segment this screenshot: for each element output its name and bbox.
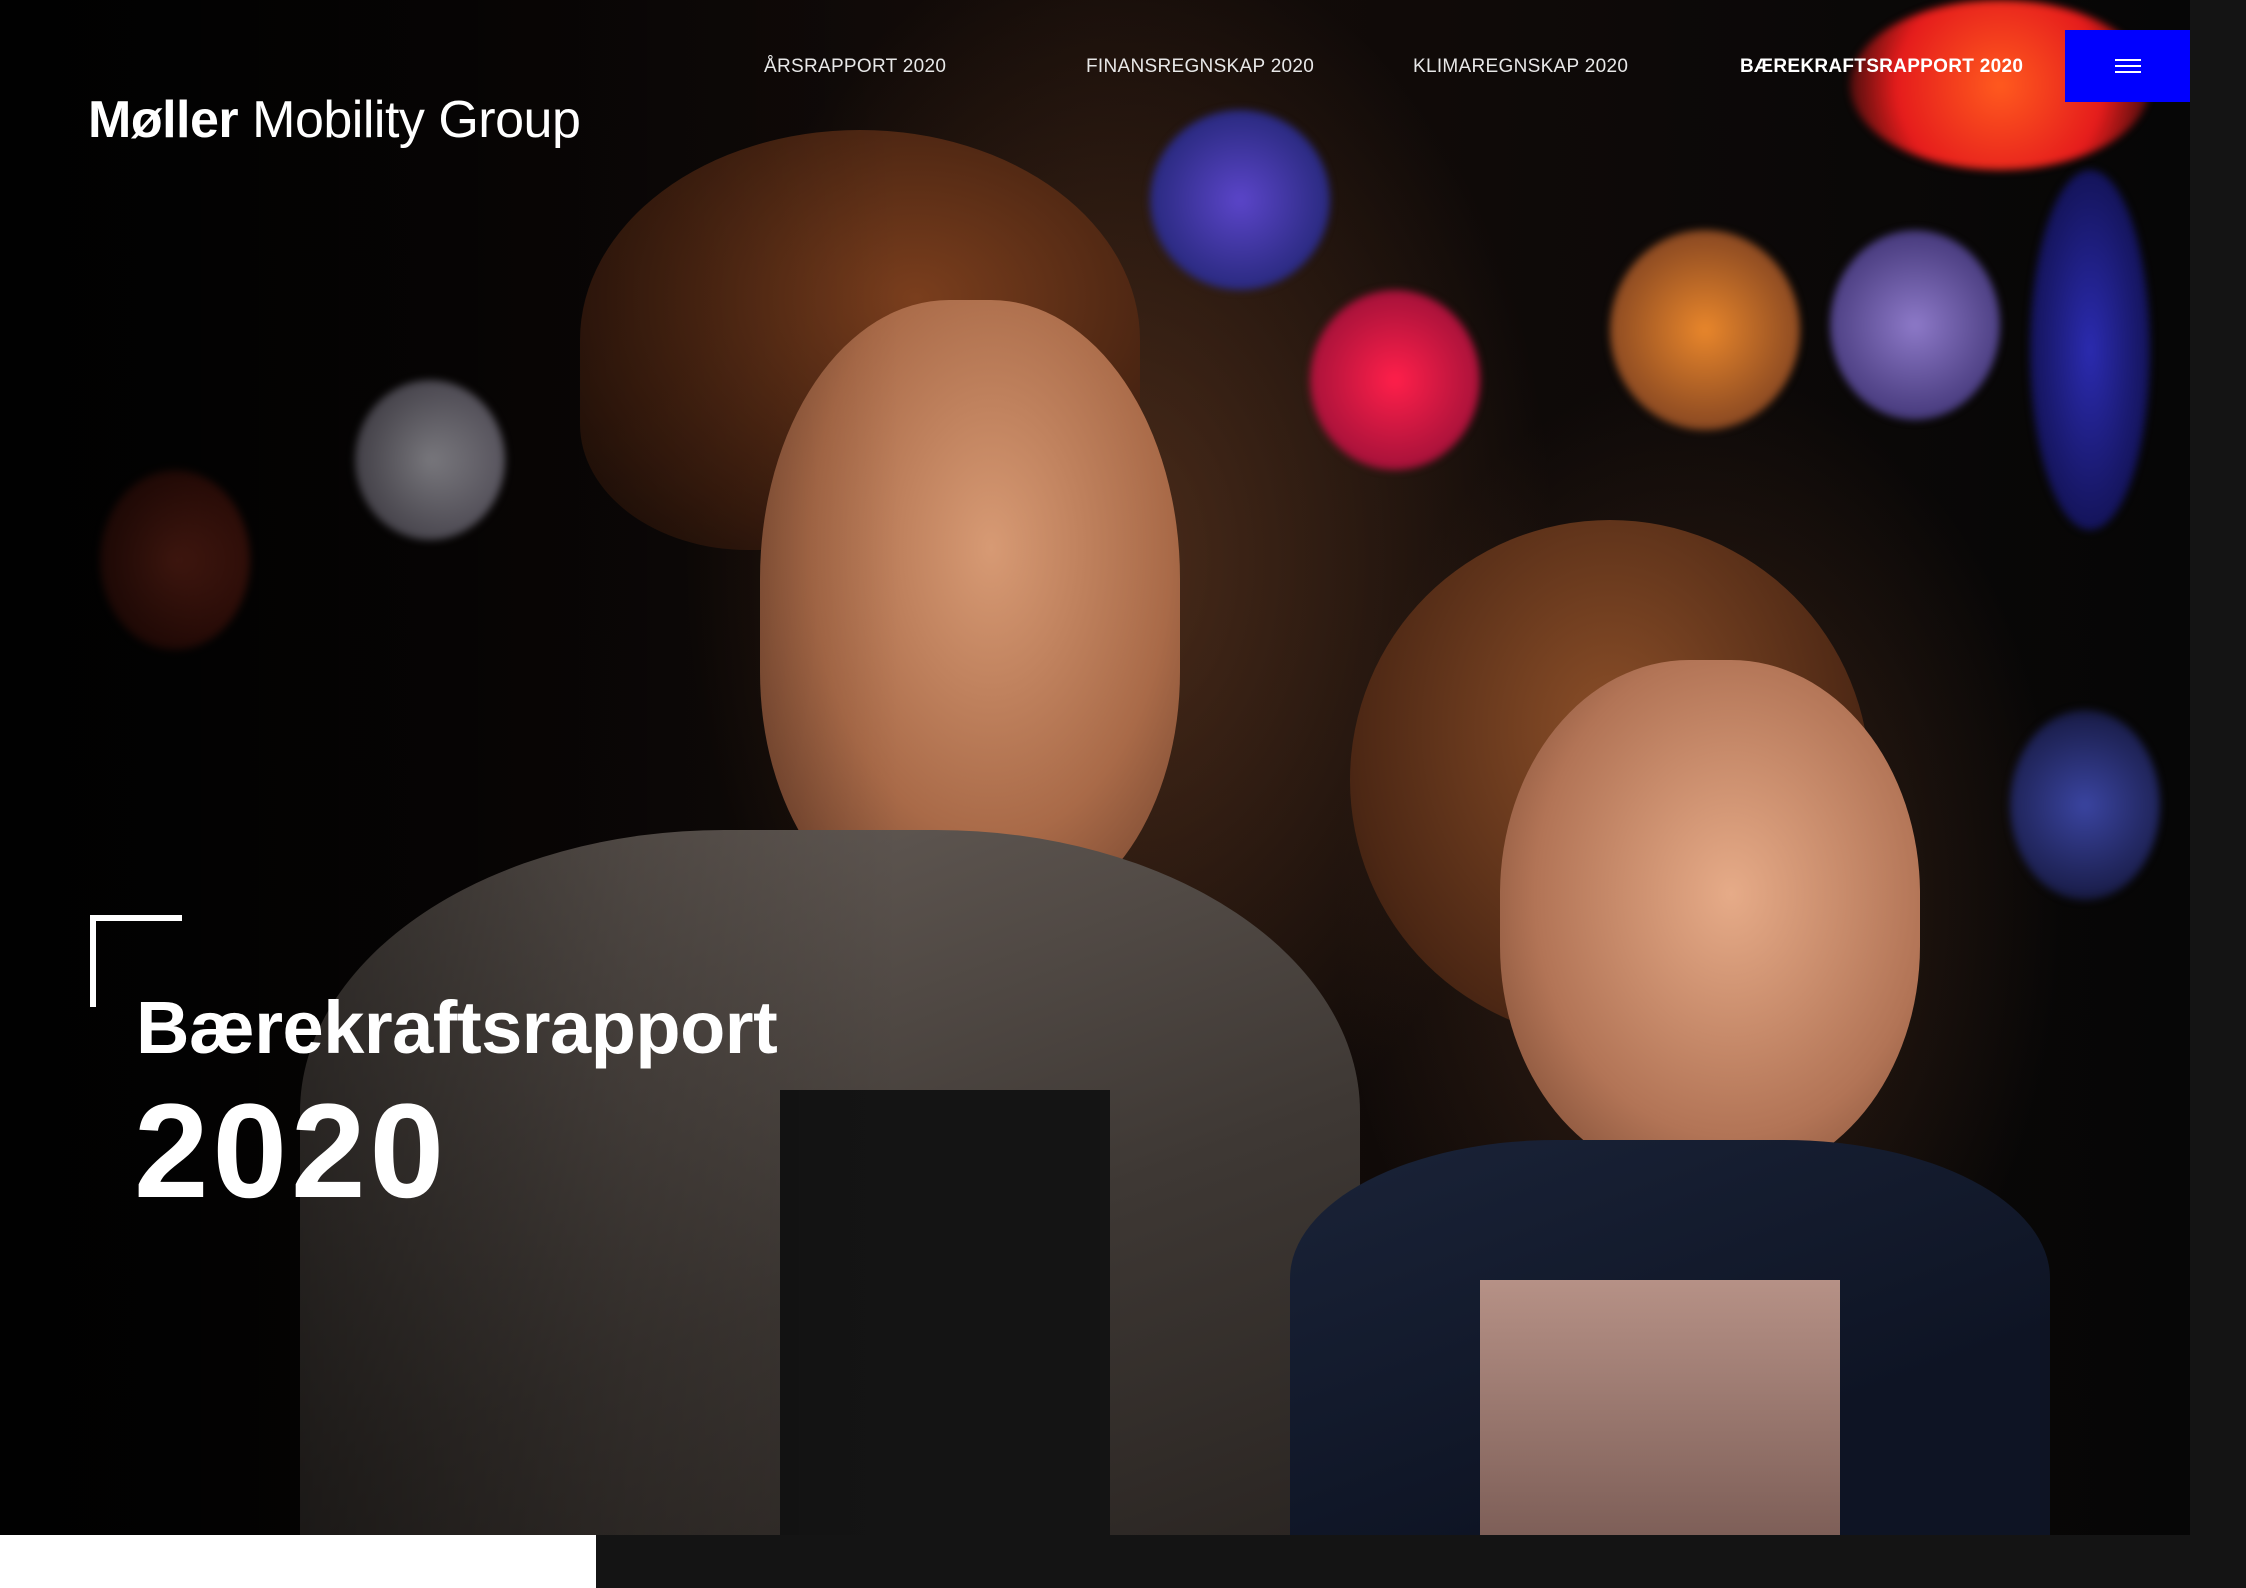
logo-brand: Møller [88, 91, 239, 149]
child-shirt [1480, 1280, 1840, 1535]
bokeh-light [2030, 170, 2150, 530]
vignette [0, 0, 900, 1535]
page-year: 2020 [134, 1077, 449, 1226]
logo-text: Mobility Group [252, 91, 581, 149]
bottom-white-block [0, 1535, 596, 1588]
page-title: Bærekraftsrapport [136, 986, 778, 1069]
bokeh-light [1610, 230, 1800, 430]
nav-klimaregnskap[interactable]: KLIMAREGNSKAP 2020 [1413, 56, 1628, 78]
nav-arsrapport[interactable]: ÅRSRAPPORT 2020 [764, 56, 946, 78]
nav-baerekraftsrapport[interactable]: BÆREKRAFTSRAPPORT 2020 [1740, 56, 2023, 78]
nav-finansregnskap[interactable]: FINANSREGNSKAP 2020 [1086, 56, 1314, 78]
child-face [1500, 660, 1920, 1180]
bottom-bar [596, 1535, 2246, 1588]
hero-photo [0, 0, 2190, 1535]
hamburger-menu-icon [2114, 59, 2141, 73]
bokeh-light [1830, 230, 2000, 420]
menu-button[interactable] [2065, 30, 2190, 102]
logo[interactable]: Møller Mobility Group [88, 90, 581, 150]
child-figure [1290, 520, 2050, 1535]
right-edge-strip [2190, 0, 2246, 1588]
bokeh-light [1310, 290, 1480, 470]
